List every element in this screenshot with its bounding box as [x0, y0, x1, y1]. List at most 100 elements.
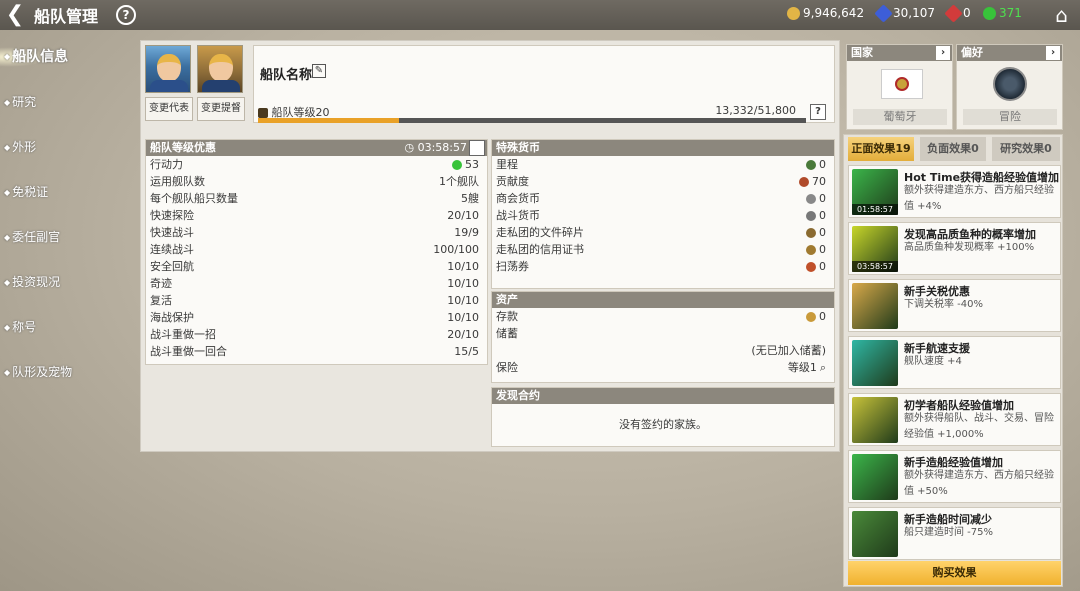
- sidebar-item-fleet-info[interactable]: ◆ 船队信息: [0, 42, 130, 87]
- gold-counter[interactable]: 9,946,642: [787, 6, 864, 20]
- currency-icon: [806, 159, 816, 170]
- effect-card[interactable]: 新手造船经验值增加 额外获得建造东方、西方船只经验值 +50%: [848, 450, 1061, 503]
- nation-value: 葡萄牙: [853, 109, 947, 125]
- red-gem-counter[interactable]: 0: [944, 3, 971, 23]
- chevron-right-icon[interactable]: ›: [1046, 46, 1060, 60]
- chevron-right-icon[interactable]: ›: [936, 46, 950, 60]
- change-representative-button[interactable]: 变更代表: [145, 97, 193, 121]
- benefit-row: 快速探险 20/10: [146, 207, 487, 224]
- effect-description: 高品质鱼种发现概率 +100%: [904, 242, 1035, 253]
- benefit-value-wrap: 10/10: [447, 309, 479, 326]
- effect-card[interactable]: 初学者船队经验值增加 额外获得船队、战斗、交易、冒险经验值 +1,000%: [848, 393, 1061, 446]
- benefit-label: 奇迹: [150, 277, 172, 290]
- benefit-value-wrap: 100/100: [433, 241, 479, 258]
- sidebar-item-adjutant[interactable]: ◆ 委任副官: [0, 222, 130, 267]
- sidebar-item-investment[interactable]: ◆ 投资现况: [0, 267, 130, 312]
- change-admiral-button[interactable]: 变更提督: [197, 97, 245, 121]
- face-icon: [157, 54, 181, 82]
- green-gear-counter[interactable]: 371: [983, 6, 1022, 20]
- preference-box[interactable]: 偏好 › 冒险: [956, 44, 1063, 130]
- help-icon[interactable]: ?: [116, 5, 137, 25]
- buy-effects-button[interactable]: 购买效果: [848, 561, 1061, 585]
- benefit-row: 安全回航 10/10: [146, 258, 487, 275]
- exp-help-button[interactable]: ?: [810, 104, 826, 120]
- special-currency-panel: 特殊货币 里程 0 贡献度 70 商会货币 0 战斗货币 0 走私团的文件碎片 0 走私团的信用证书…: [491, 139, 835, 289]
- currency-icon: [806, 193, 816, 204]
- currency-value: 0: [819, 192, 826, 205]
- benefits-help-button[interactable]: ?: [469, 140, 485, 156]
- currency-value: 0: [819, 243, 826, 256]
- nation-box[interactable]: 国家 › 葡萄牙: [846, 44, 953, 130]
- tab-research-effects[interactable]: 研究效果0: [992, 137, 1060, 161]
- level-badge-icon: [258, 108, 268, 118]
- tab-negative-effects[interactable]: 负面效果0: [920, 137, 986, 161]
- effect-description: 舰队速度 +4: [904, 356, 962, 367]
- portugal-flag-icon: [881, 69, 923, 99]
- benefit-value-wrap: 19/9: [454, 224, 479, 241]
- benefit-value-wrap: 20/10: [447, 207, 479, 224]
- sidebar-item-research[interactable]: ◆ 研究: [0, 87, 130, 132]
- benefit-value-wrap: 15/5: [454, 343, 479, 360]
- fleet-info-panel: 变更代表 变更提督 船队名称 ✎ 船队等级20 13,332/51,800 ? …: [140, 40, 840, 452]
- currency-label: 走私团的信用证书: [496, 243, 584, 256]
- effect-card[interactable]: 新手航速支援 舰队速度 +4: [848, 336, 1061, 389]
- currency-label: 战斗货币: [496, 209, 540, 222]
- benefit-value: 20/10: [447, 328, 479, 341]
- savings-note: (无已加入储蓄): [751, 344, 826, 357]
- currency-value-wrap: 0: [806, 156, 826, 173]
- blue-gem-counter[interactable]: 30,107: [874, 3, 935, 23]
- benefit-row: 复活 10/10: [146, 292, 487, 309]
- currency-value: 0: [819, 209, 826, 222]
- effect-card[interactable]: 03:58:57 发现高品质鱼种的概率增加 高品质鱼种发现概率 +100%: [848, 222, 1061, 275]
- back-arrow-icon[interactable]: ❮: [0, 1, 30, 29]
- gear-icon: [452, 159, 462, 170]
- currency-row: 扫荡券 0: [492, 258, 834, 275]
- sidebar-item-titles[interactable]: ◆ 称号: [0, 312, 130, 357]
- currency-label: 扫荡券: [496, 260, 529, 273]
- uniform-icon: [150, 80, 188, 92]
- preference-header: 偏好 ›: [957, 45, 1062, 61]
- insurance-row[interactable]: 保险 等级1 ⌕: [492, 359, 834, 376]
- sidebar-item-tax-exemption[interactable]: ◆ 免税证: [0, 177, 130, 222]
- benefit-row: 每个舰队船只数量 5艘: [146, 190, 487, 207]
- edit-icon[interactable]: ✎: [312, 64, 326, 78]
- benefit-value: 10/10: [447, 294, 479, 307]
- sidebar-item-appearance[interactable]: ◆ 外形: [0, 132, 130, 177]
- representative-portrait[interactable]: [145, 45, 191, 93]
- benefit-value: 100/100: [433, 243, 479, 256]
- bullet-icon: ◆: [4, 277, 11, 287]
- fleet-exp-bar: [258, 118, 806, 123]
- benefit-label: 行动力: [150, 158, 183, 171]
- benefit-label: 海战保护: [150, 311, 194, 324]
- bullet-icon: ◆: [4, 187, 11, 197]
- effect-description: 船只建造时间 -75%: [904, 527, 994, 538]
- timer-value: 03:58:57: [417, 141, 467, 154]
- top-bar: ❮ 船队管理 ? 9,946,642 30,107 0 371 ⌂: [0, 0, 1080, 30]
- benefit-row: 快速战斗 19/9: [146, 224, 487, 241]
- benefit-value-wrap: 53: [452, 156, 479, 173]
- benefit-row: 运用舰队数 1个舰队: [146, 173, 487, 190]
- gold-coin-icon: [787, 6, 800, 20]
- admiral-portrait[interactable]: [197, 45, 243, 93]
- currency-value-wrap: 70: [799, 173, 826, 190]
- deposit-value: 0: [819, 310, 826, 323]
- effect-card[interactable]: 新手关税优惠 下调关税率 -40%: [848, 279, 1061, 332]
- benefit-label: 运用舰队数: [150, 175, 205, 188]
- benefits-timer: ◷ 03:58:57: [404, 141, 467, 154]
- blue-gem-icon: [874, 3, 893, 23]
- discovery-contract-panel: 发现合约 没有签约的家族。: [491, 387, 835, 447]
- effect-card[interactable]: 新手造船时间减少 船只建造时间 -75%: [848, 507, 1061, 560]
- tab-positive-effects[interactable]: 正面效果19: [848, 137, 914, 161]
- benefit-value-wrap: 5艘: [461, 190, 479, 207]
- benefit-value-wrap: 1个舰队: [439, 173, 479, 190]
- sidebar-item-label: 免税证: [12, 185, 49, 199]
- fleet-name: 船队名称: [260, 68, 313, 83]
- effect-card[interactable]: 01:58:57 Hot Time获得造船经验值增加 额外获得建造东方、西方船只经验…: [848, 165, 1061, 218]
- fleet-level-row: 船队等级20 13,332/51,800 ?: [258, 104, 828, 123]
- assets-panel: 资产 存款 0 储蓄 (无已加入储蓄) 保险 等级1 ⌕: [491, 291, 835, 383]
- home-icon[interactable]: ⌂: [1055, 3, 1068, 27]
- sidebar-item-formation-pets[interactable]: ◆ 队形及宠物: [0, 357, 130, 402]
- currency-value-wrap: 0: [806, 224, 826, 241]
- magnify-icon[interactable]: ⌕: [820, 359, 826, 376]
- nation-title: 国家: [851, 46, 873, 59]
